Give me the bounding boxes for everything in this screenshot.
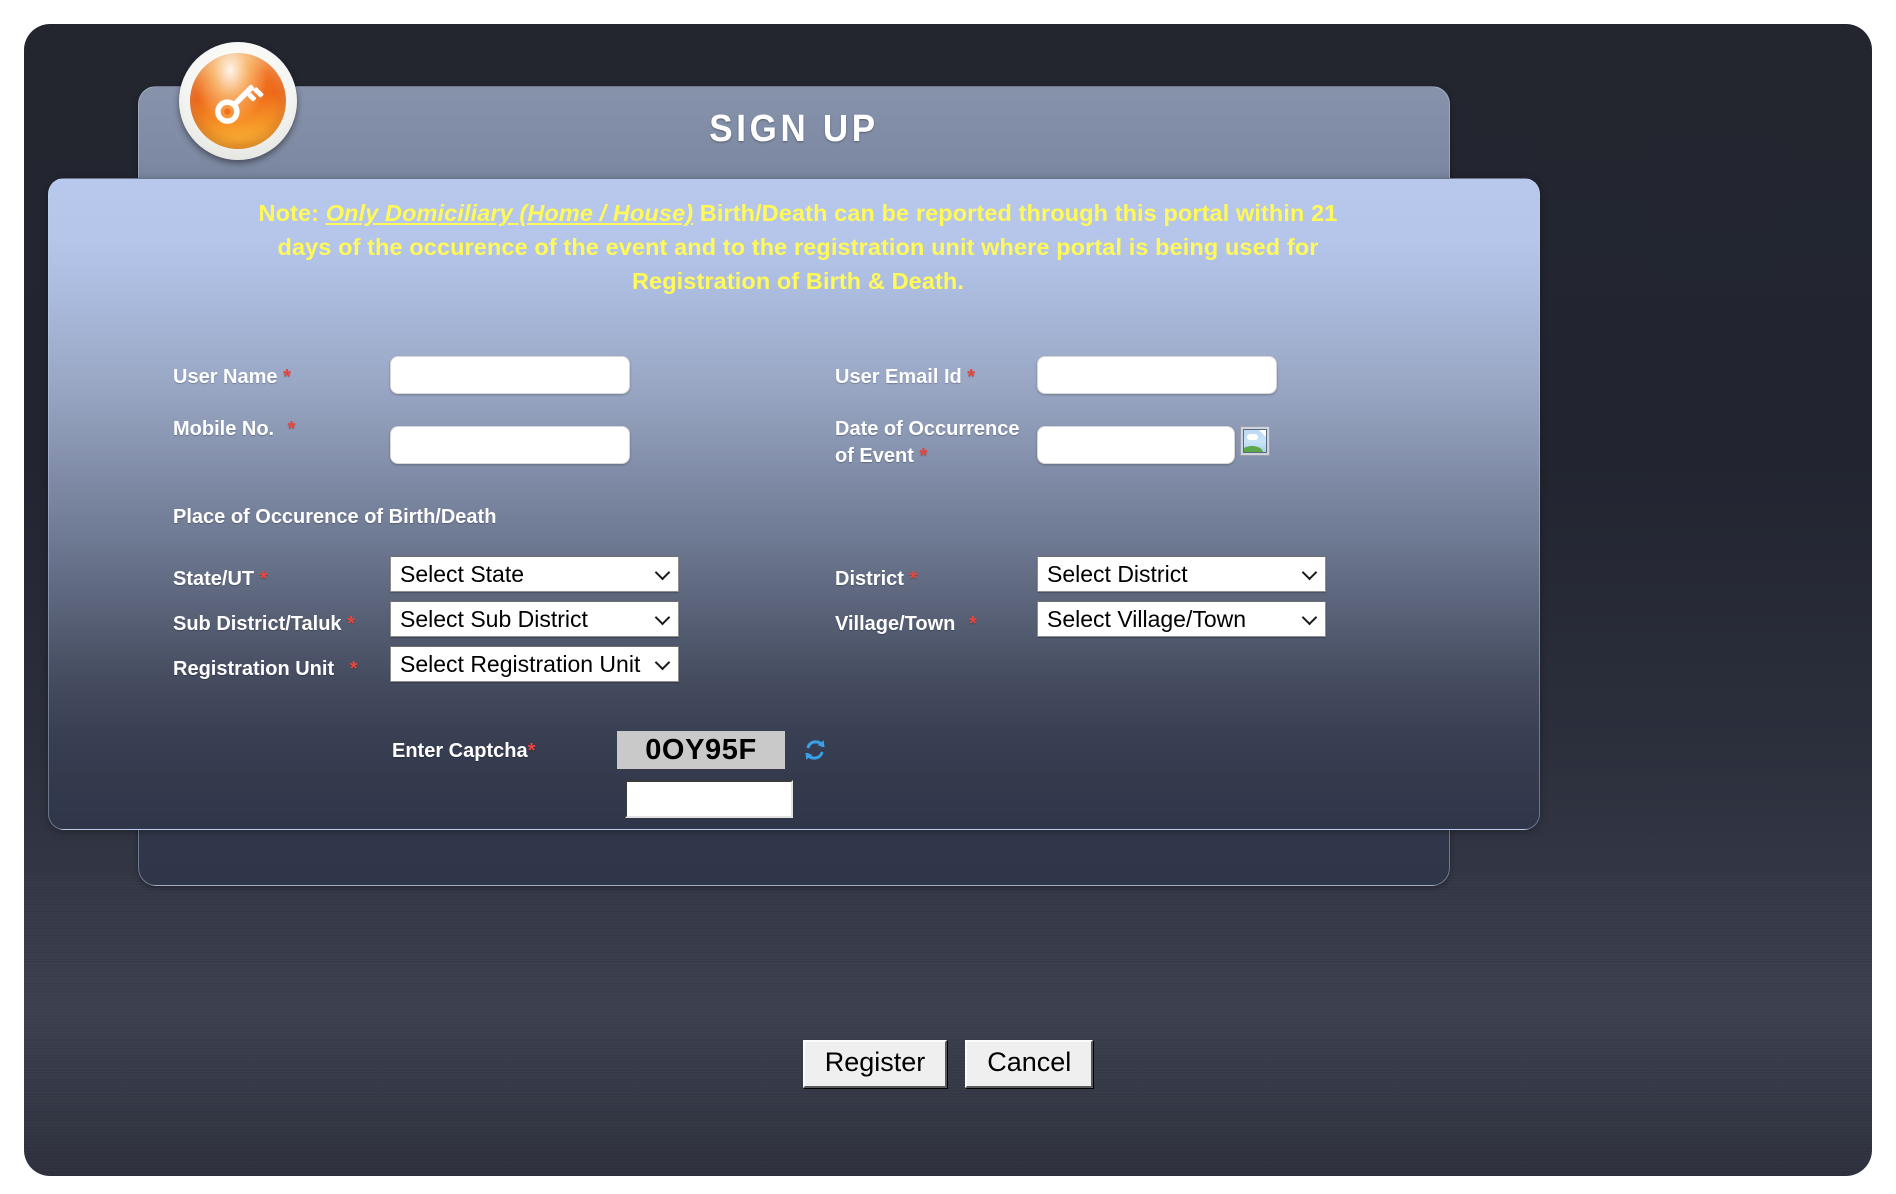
date-of-event-label: Date of Occurrence of Event * — [835, 416, 1035, 470]
user-name-input[interactable] — [390, 356, 630, 394]
mobile-required: * — [287, 418, 296, 440]
sub-district-required: * — [347, 613, 355, 635]
state-label-text: State/UT — [173, 568, 255, 590]
date-required: * — [919, 445, 928, 467]
captcha-label-text: Enter Captcha — [392, 740, 528, 762]
date-label-line2: of Event — [835, 445, 914, 467]
place-of-occurence-heading: Place of Occurence of Birth/Death — [173, 506, 497, 528]
registration-unit-select-wrap: Select Registration Unit — [390, 646, 679, 682]
village-label: Village/Town * — [835, 611, 977, 638]
mobile-label-text: Mobile No. — [173, 418, 275, 440]
district-select[interactable]: Select District — [1037, 556, 1326, 592]
user-name-required: * — [283, 366, 291, 388]
registration-unit-label: Registration Unit * — [173, 656, 357, 683]
sub-district-label-text: Sub District/Taluk — [173, 613, 342, 635]
broken-image-icon[interactable] — [1240, 426, 1270, 456]
village-select-wrap: Select Village/Town — [1037, 601, 1326, 637]
state-required: * — [259, 568, 268, 590]
mobile-label: Mobile No. * — [173, 416, 295, 443]
village-required: * — [968, 613, 977, 635]
district-label-text: District — [835, 568, 904, 590]
captcha-required: * — [527, 740, 536, 762]
sub-district-select-wrap: Select Sub District — [390, 601, 679, 637]
mobile-input[interactable] — [390, 426, 630, 464]
register-button[interactable]: Register — [802, 1040, 948, 1088]
captcha-label: Enter Captcha* — [392, 738, 535, 765]
action-buttons: Register Cancel — [0, 1040, 1896, 1088]
user-name-label-text: User Name — [173, 366, 278, 388]
date-label-line1: Date of Occurrence — [835, 418, 1020, 440]
user-email-label: User Email Id * — [835, 364, 975, 391]
user-name-label: User Name * — [173, 364, 291, 391]
key-icon — [190, 53, 286, 149]
district-select-wrap: Select District — [1037, 556, 1326, 592]
user-email-label-text: User Email Id — [835, 366, 962, 388]
user-email-input[interactable] — [1037, 356, 1277, 394]
district-label: District * — [835, 566, 917, 593]
registration-unit-required: * — [349, 658, 358, 680]
user-email-required: * — [967, 366, 976, 388]
sub-district-select[interactable]: Select Sub District — [390, 601, 679, 637]
date-of-event-input[interactable] — [1037, 426, 1235, 464]
registration-unit-label-text: Registration Unit — [173, 658, 335, 680]
corner-fold-shape — [1259, 430, 1266, 437]
state-select[interactable]: Select State — [390, 556, 679, 592]
hill-shape — [1244, 446, 1263, 452]
refresh-icon[interactable] — [802, 737, 828, 763]
cancel-button[interactable]: Cancel — [965, 1040, 1094, 1088]
registration-unit-select[interactable]: Select Registration Unit — [390, 646, 679, 682]
captcha-input[interactable] — [625, 780, 793, 818]
captcha-code: 0OY95F — [617, 731, 785, 769]
cloud-shape — [1247, 434, 1258, 440]
state-select-wrap: Select State — [390, 556, 679, 592]
signup-form: User Name * User Email Id * Mobile No. *… — [138, 86, 1450, 886]
state-label: State/UT * — [173, 566, 267, 593]
key-badge — [179, 42, 297, 160]
screenshot-root: SIGN UP Note: Only Domiciliary (Home / H… — [0, 0, 1896, 1194]
village-select[interactable]: Select Village/Town — [1037, 601, 1326, 637]
sub-district-label: Sub District/Taluk * — [173, 611, 355, 638]
village-label-text: Village/Town — [835, 613, 956, 635]
district-required: * — [909, 568, 918, 590]
signup-content: SIGN UP Note: Only Domiciliary (Home / H… — [138, 42, 1450, 886]
